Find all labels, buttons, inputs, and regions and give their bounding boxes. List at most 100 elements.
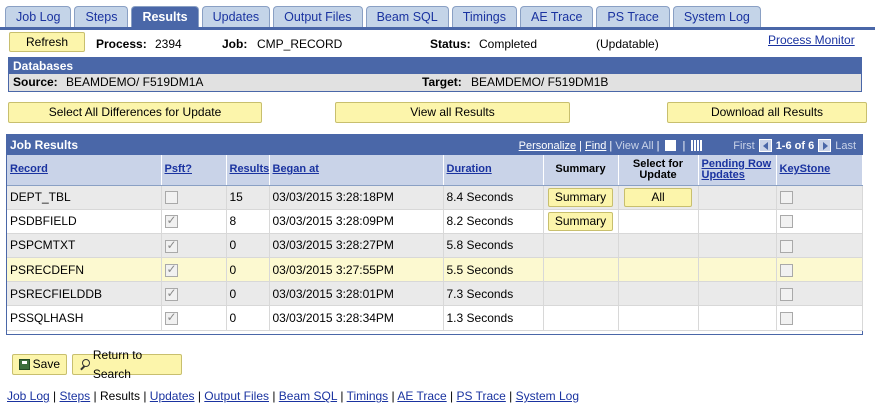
began-at-cell: 03/03/2015 3:27:55PM: [269, 257, 444, 283]
keystone-checkbox[interactable]: [779, 239, 793, 253]
last-label: Last: [835, 139, 856, 152]
pending-row-updates-cell: [698, 185, 777, 210]
tab-bar: Job Log Steps Results Updates Output Fil…: [0, 0, 875, 30]
keystone-cell: [776, 257, 863, 283]
keystone-checkbox[interactable]: [779, 215, 793, 229]
psft-checkbox[interactable]: [164, 238, 178, 253]
column-began-at[interactable]: Began at: [269, 155, 444, 186]
process-monitor-link[interactable]: Process Monitor: [768, 33, 855, 47]
record-cell: PSRECFIELDDB: [7, 281, 162, 307]
tab-steps[interactable]: Steps: [74, 6, 129, 27]
tab-ps-trace[interactable]: PS Trace: [596, 6, 670, 27]
select-for-update-cell: [618, 305, 699, 331]
column-results[interactable]: Results: [226, 155, 270, 186]
table-row: DEPT_TBL 15 03/03/2015 3:28:18PM 8.4 Second…: [7, 185, 863, 210]
footer-links: Job Log | Steps | Results | Updates | Ou…: [7, 389, 579, 403]
save-label: Save: [32, 357, 60, 371]
select-all-differences-button[interactable]: Select All Differences for Update: [8, 102, 262, 123]
keystone-checkbox[interactable]: [779, 288, 793, 301]
search-icon: [79, 358, 90, 371]
results-cell: 0: [226, 305, 270, 331]
column-record[interactable]: Record: [7, 155, 162, 186]
psft-checkbox[interactable]: [164, 213, 178, 229]
source-value: BEAMDEMO/ F519DM1A: [66, 75, 204, 89]
first-label: First: [733, 139, 755, 152]
job-results-table: Record Psft? Results Began at Duration S…: [7, 155, 863, 331]
tab-timings[interactable]: Timings: [451, 6, 517, 27]
psft-cell: [161, 257, 227, 283]
next-arrow-icon[interactable]: [818, 139, 832, 152]
download-grid-icon[interactable]: [691, 140, 703, 151]
pending-row-updates-cell: [698, 209, 777, 234]
psft-checkbox[interactable]: [164, 286, 178, 301]
select-for-update-cell: [618, 233, 699, 259]
footer-link-results: Results: [99, 389, 140, 403]
footer-link-ps-trace[interactable]: PS Trace: [456, 389, 505, 403]
duration-cell: 5.5 Seconds: [443, 257, 544, 283]
summary-cell: [543, 257, 619, 283]
databases-row: Source: BEAMDEMO/ F519DM1A Target: BEAMD…: [9, 74, 861, 91]
record-cell: PSRECDEFN: [7, 257, 162, 283]
tabs: Job Log Steps Results Updates Output Fil…: [5, 6, 764, 28]
footer-link-system-log[interactable]: System Log: [516, 389, 579, 403]
updatable-note: (Updatable): [596, 37, 659, 51]
tab-job-log[interactable]: Job Log: [5, 6, 72, 27]
summary-button[interactable]: Summary: [547, 187, 614, 207]
find-link[interactable]: Find: [585, 140, 606, 152]
duration-cell: 1.3 Seconds: [443, 305, 544, 331]
table-row: PSRECDEFN 003/03/2015 3:27:55PM5.5 Second…: [7, 257, 863, 283]
footer-link-job-log[interactable]: Job Log: [7, 389, 50, 403]
summary-cell: Summary: [543, 209, 619, 234]
duration-cell: 8.2 Seconds: [443, 209, 544, 234]
footer-link-updates[interactable]: Updates: [150, 389, 195, 403]
footer-link-steps[interactable]: Steps: [60, 389, 91, 403]
view-all-results-button[interactable]: View all Results: [335, 102, 570, 123]
summary-button[interactable]: Summary: [547, 211, 614, 231]
process-value: 2394: [155, 37, 182, 51]
record-cell: PSPCMTXT: [7, 233, 162, 259]
footer-link-ae-trace[interactable]: AE Trace: [397, 389, 446, 403]
summary-cell: [543, 305, 619, 331]
keystone-checkbox[interactable]: [779, 312, 793, 326]
keystone-checkbox[interactable]: [779, 263, 793, 277]
select-for-update-cell: [618, 257, 699, 283]
psft-checkbox[interactable]: [164, 310, 178, 326]
footer-link-output-files[interactable]: Output Files: [204, 389, 269, 403]
column-psft[interactable]: Psft?: [161, 155, 227, 186]
keystone-checkbox[interactable]: [779, 191, 793, 205]
download-all-results-button[interactable]: Download all Results: [667, 102, 867, 123]
psft-checkbox[interactable]: [164, 262, 178, 277]
personalize-link[interactable]: Personalize: [519, 140, 576, 152]
column-duration[interactable]: Duration: [443, 155, 544, 186]
previous-arrow-icon[interactable]: [758, 139, 772, 152]
began-at-cell: 03/03/2015 3:28:09PM: [269, 209, 444, 234]
tab-updates[interactable]: Updates: [201, 6, 271, 27]
began-at-cell: 03/03/2015 3:28:01PM: [269, 281, 444, 307]
job-value: CMP_RECORD: [257, 37, 343, 51]
tab-results[interactable]: Results: [131, 6, 199, 28]
keystone-cell: [776, 281, 863, 307]
select-for-update-cell: [618, 281, 699, 307]
footer-link-timings[interactable]: Timings: [347, 389, 389, 403]
footer-link-beam-sql[interactable]: Beam SQL: [279, 389, 337, 403]
column-summary: Summary: [543, 155, 619, 186]
zoom-icon[interactable]: [665, 140, 677, 151]
tab-ae-trace[interactable]: AE Trace: [520, 6, 594, 27]
pending-row-updates-cell: [698, 233, 777, 259]
tab-beam-sql[interactable]: Beam SQL: [365, 6, 449, 27]
keystone-cell: [776, 233, 863, 259]
results-cell: 8: [226, 209, 270, 234]
refresh-button[interactable]: Refresh: [9, 32, 85, 52]
duration-cell: 5.8 Seconds: [443, 233, 544, 259]
column-keystone[interactable]: KeyStone: [776, 155, 863, 186]
column-pending-row-updates[interactable]: Pending Row Updates: [698, 155, 777, 186]
view-all-link[interactable]: View All: [615, 140, 653, 152]
save-button[interactable]: Save: [12, 354, 67, 375]
tab-output-files[interactable]: Output Files: [273, 6, 363, 27]
psft-checkbox[interactable]: [164, 191, 178, 205]
select-all-button[interactable]: All: [624, 187, 692, 207]
tab-system-log[interactable]: System Log: [672, 6, 761, 27]
return-to-search-button[interactable]: Return to Search: [72, 348, 182, 381]
select-for-update-cell: [618, 209, 699, 234]
table-row: PSSQLHASH 003/03/2015 3:28:34PM1.3 Second…: [7, 305, 863, 331]
